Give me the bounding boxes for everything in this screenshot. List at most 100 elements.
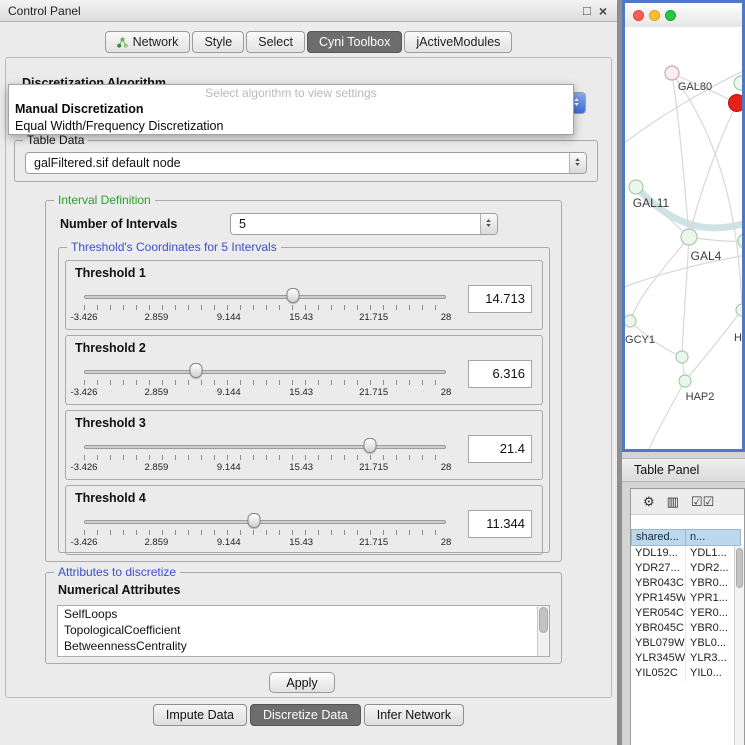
table-cell[interactable]: YPR145W [631, 591, 686, 606]
zoom-traffic-light-icon[interactable] [665, 10, 676, 21]
control-panel-titlebar[interactable]: Control Panel □ × [0, 0, 617, 22]
table-cell[interactable]: YBR0... [686, 576, 741, 591]
network-window-titlebar[interactable] [625, 3, 742, 27]
tab-style[interactable]: Style [192, 31, 244, 53]
table-row[interactable]: YBR045CYBR0... [631, 621, 744, 636]
threshold-slider[interactable]: -3.4262.8599.14415.4321.71528 [84, 435, 446, 477]
close-icon[interactable]: × [599, 4, 607, 18]
table-cell[interactable]: YDR2... [686, 561, 741, 576]
threshold-slider[interactable]: -3.4262.8599.14415.4321.71528 [84, 360, 446, 402]
tab-impute-data[interactable]: Impute Data [153, 704, 247, 726]
network-edge[interactable] [689, 103, 737, 237]
table-row[interactable]: YDR27...YDR2... [631, 561, 744, 576]
float-window-icon[interactable]: □ [583, 4, 591, 17]
network-node[interactable] [665, 66, 679, 80]
threshold-value-field[interactable]: 14.713 [468, 285, 532, 313]
network-node[interactable] [681, 229, 697, 245]
numerical-attributes-list[interactable]: SelfLoopsTopologicalCoefficientBetweenne… [57, 605, 550, 657]
table-cell[interactable]: YDR27... [631, 561, 686, 576]
table-scrollbar-thumb[interactable] [736, 548, 743, 588]
table-cell[interactable]: YER054C [631, 606, 686, 621]
tab-select[interactable]: Select [246, 31, 305, 53]
table-cell[interactable]: YIL052C [631, 666, 686, 681]
table-row[interactable]: YER054CYER0... [631, 606, 744, 621]
slider-track[interactable] [84, 370, 446, 374]
network-node[interactable] [625, 315, 636, 327]
table-row[interactable]: YPR145WYPR1... [631, 591, 744, 606]
table-cell[interactable]: YLR345W [631, 651, 686, 666]
table-panel-header[interactable]: Table Panel [622, 458, 745, 482]
network-node[interactable] [676, 351, 688, 363]
algorithm-option-equal-width-frequency[interactable]: Equal Width/Frequency Discretization [9, 118, 573, 135]
table-scrollbar[interactable] [734, 546, 744, 745]
table-cell[interactable]: YBL079W [631, 636, 686, 651]
table-row[interactable]: YIL052CYIL0... [631, 666, 744, 681]
slider-thumb-icon[interactable] [286, 288, 299, 303]
tab-network[interactable]: Network [105, 31, 191, 53]
column-header[interactable]: n... [686, 529, 741, 546]
slider-track[interactable] [84, 520, 446, 524]
threshold-value-field[interactable]: 11.344 [468, 510, 532, 538]
threshold-value-field[interactable]: 6.316 [468, 360, 532, 388]
network-node[interactable] [729, 95, 743, 112]
network-node[interactable] [629, 180, 643, 194]
threshold-slider[interactable]: -3.4262.8599.14415.4321.71528 [84, 285, 446, 327]
list-scrollbar[interactable] [537, 606, 549, 656]
table-cell[interactable]: YDL19... [631, 546, 686, 561]
network-canvas[interactable]: GAL80GAL11GAL4GCY1HAP2H [625, 27, 742, 449]
tab-jactivemodules[interactable]: jActiveModules [404, 31, 512, 53]
tick-label: 21.715 [359, 462, 388, 473]
network-node[interactable] [738, 234, 742, 248]
column-header[interactable]: shared... [631, 529, 686, 546]
table-cell[interactable]: YBL0... [686, 636, 741, 651]
network-edge[interactable] [685, 310, 742, 381]
apply-button[interactable]: Apply [269, 672, 335, 693]
network-edge[interactable] [625, 255, 742, 289]
network-edge[interactable] [630, 237, 689, 321]
columns-icon[interactable]: ▥ [667, 495, 679, 508]
combo-stepper-icon[interactable]: ▴▾ [569, 153, 586, 173]
gear-icon[interactable]: ⚙ [643, 495, 655, 508]
threshold-slider[interactable]: -3.4262.8599.14415.4321.71528 [84, 510, 446, 552]
tab-discretize-data[interactable]: Discretize Data [250, 704, 361, 726]
network-node[interactable] [734, 76, 742, 90]
threshold-value-field[interactable]: 21.4 [468, 435, 532, 463]
slider-track[interactable] [84, 295, 446, 299]
number-of-intervals-combo[interactable]: 5 ▴▾ [230, 213, 498, 235]
network-edge[interactable] [672, 73, 689, 237]
select-columns-icon[interactable]: ☑☑ [691, 495, 714, 508]
slider-track[interactable] [84, 445, 446, 449]
table-cell[interactable]: YBR045C [631, 621, 686, 636]
attribute-item[interactable]: SelfLoops [58, 606, 549, 622]
table-data-combo[interactable]: galFiltered.sif default node ▴▾ [25, 152, 587, 174]
tab-infer-network[interactable]: Infer Network [364, 704, 464, 726]
network-node[interactable] [679, 375, 691, 387]
network-edge[interactable] [636, 187, 689, 237]
table-row[interactable]: YBR043CYBR0... [631, 576, 744, 591]
attribute-item[interactable]: TopologicalCoefficient [58, 622, 549, 638]
table-cell[interactable]: YBR0... [686, 621, 741, 636]
list-scrollbar-thumb[interactable] [539, 607, 548, 633]
algorithm-option-manual-discretization[interactable]: Manual Discretization [9, 101, 573, 118]
table-cell[interactable]: YIL0... [686, 666, 741, 681]
attribute-item[interactable]: BetweennessCentrality [58, 638, 549, 654]
table-cell[interactable]: YER0... [686, 606, 741, 621]
network-edge[interactable] [682, 237, 689, 357]
slider-thumb-icon[interactable] [190, 363, 203, 378]
table-row[interactable]: YDL19...YDL1... [631, 546, 744, 561]
table-row[interactable]: YBL079WYBL0... [631, 636, 744, 651]
network-node[interactable] [736, 304, 742, 316]
network-edge[interactable] [645, 381, 685, 449]
table-cell[interactable]: YBR043C [631, 576, 686, 591]
tab-cyni-toolbox[interactable]: Cyni Toolbox [307, 31, 402, 53]
slider-thumb-icon[interactable] [363, 438, 376, 453]
table-cell[interactable]: YPR1... [686, 591, 741, 606]
algorithm-prompt-item[interactable]: Select algorithm to view settings [9, 85, 573, 101]
close-traffic-light-icon[interactable] [633, 10, 644, 21]
table-cell[interactable]: YLR3... [686, 651, 741, 666]
table-row[interactable]: YLR345WYLR3... [631, 651, 744, 666]
slider-thumb-icon[interactable] [248, 513, 261, 528]
combo-stepper-icon[interactable]: ▴▾ [480, 214, 497, 234]
table-cell[interactable]: YDL1... [686, 546, 741, 561]
minimize-traffic-light-icon[interactable] [649, 10, 660, 21]
